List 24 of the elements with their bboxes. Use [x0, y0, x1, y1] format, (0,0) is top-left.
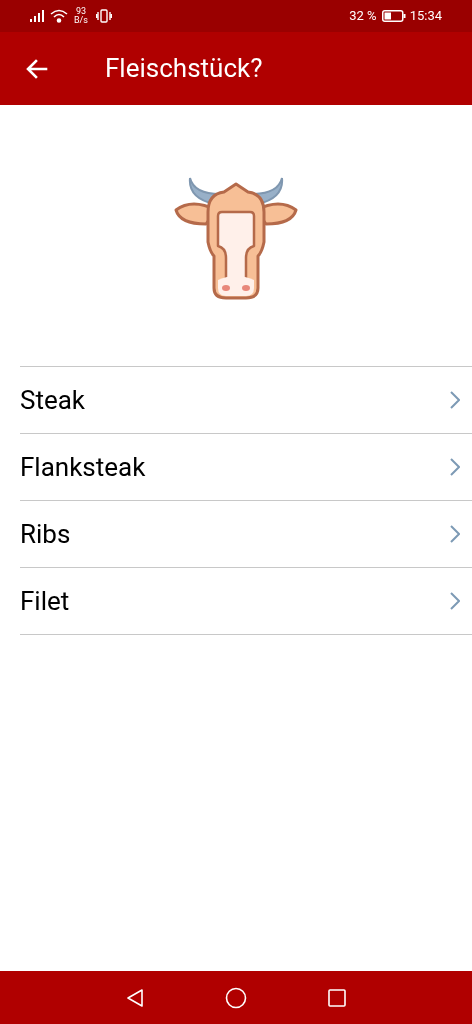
- back-arrow-icon: [26, 58, 48, 79]
- wifi-icon: [50, 9, 68, 23]
- list-item[interactable]: Flanksteak: [20, 434, 472, 501]
- home-nav-button[interactable]: [225, 986, 247, 1009]
- net-speed-unit: B/s: [74, 16, 88, 25]
- clock: 15:34: [409, 7, 442, 26]
- battery-icon: [381, 10, 406, 22]
- net-speed-value: 93: [75, 7, 87, 16]
- back-nav-button[interactable]: [125, 987, 145, 1008]
- list-item[interactable]: Filet: [20, 568, 472, 635]
- chevron-right-icon: [450, 525, 460, 543]
- list-item[interactable]: Steak: [20, 367, 472, 434]
- back-triangle-icon: [126, 987, 144, 1008]
- battery-percent: 32 %: [349, 7, 377, 26]
- chevron-right-icon: [450, 391, 460, 409]
- chevron-right-icon: [450, 458, 460, 476]
- home-circle-icon: [225, 986, 247, 1009]
- vibrate-icon: [95, 9, 112, 23]
- signal-icon: [30, 10, 46, 22]
- recents-nav-button[interactable]: [327, 987, 347, 1008]
- list-item[interactable]: Ribs: [20, 501, 472, 568]
- chevron-right-icon: [450, 592, 460, 610]
- page-title: Fleischstück?: [105, 52, 263, 85]
- recents-square-icon: [328, 988, 346, 1007]
